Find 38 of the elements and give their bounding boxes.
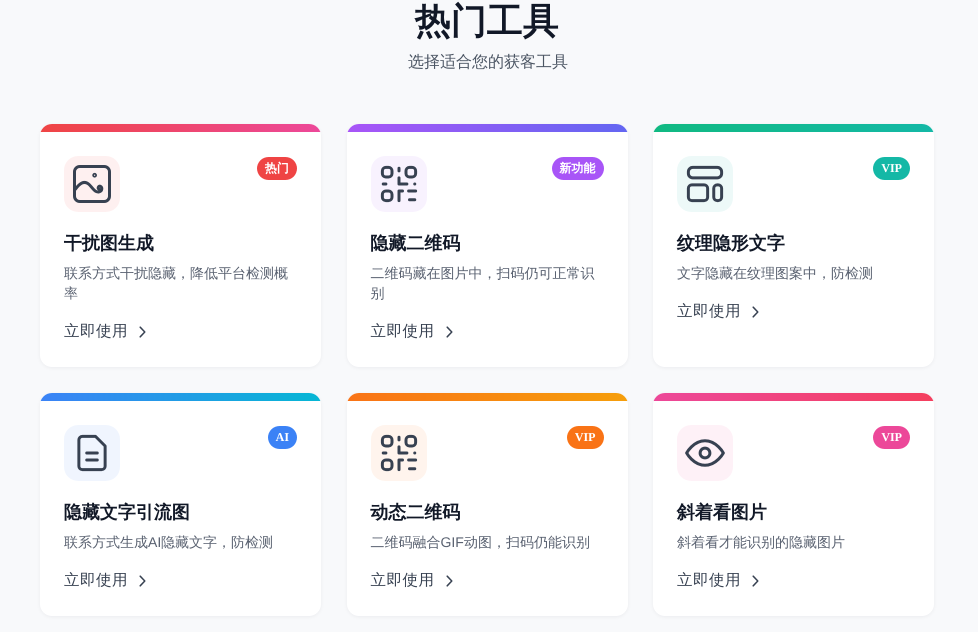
- tool-title: 纹理隐形文字: [677, 232, 786, 255]
- tool-description: 联系方式生成AI隐藏文字，防检测: [64, 533, 274, 552]
- tool-title: 隐藏文字引流图: [64, 501, 191, 524]
- tool-description: 斜着看才能识别的隐藏图片: [677, 533, 846, 552]
- tool-title: 干扰图生成: [64, 232, 155, 255]
- tool-badge: 热门: [257, 157, 297, 180]
- use-now-link[interactable]: 立即使用: [370, 570, 452, 592]
- tool-title: 动态二维码: [370, 501, 462, 524]
- tool-description: 联系方式干扰隐藏，降低平台检测概率: [64, 264, 289, 303]
- use-now-link[interactable]: 立即使用: [677, 301, 759, 323]
- tool-badge: VIP: [566, 426, 604, 449]
- tool-description: 文字隐藏在纹理图案中，防检测: [677, 264, 874, 283]
- use-now-link[interactable]: 立即使用: [64, 570, 146, 592]
- chevron-right-icon: [446, 326, 452, 338]
- chevron-right-icon: [752, 306, 759, 318]
- chevron-right-icon: [446, 575, 452, 587]
- tool-badge: AI: [268, 426, 297, 449]
- tool-description: 二维码藏在图片中，扫码仍可正常识别: [370, 264, 596, 303]
- use-now-link[interactable]: 立即使用: [64, 321, 146, 343]
- image-icon: [64, 156, 120, 212]
- chevron-right-icon: [752, 575, 759, 587]
- use-now-link[interactable]: 立即使用: [677, 570, 759, 592]
- use-now-link[interactable]: 立即使用: [370, 321, 452, 343]
- qr-code-icon: [370, 156, 426, 212]
- qr-code-icon: [370, 425, 426, 481]
- chevron-right-icon: [139, 326, 146, 338]
- eye-icon: [677, 425, 733, 481]
- tool-badge: VIP: [873, 426, 910, 449]
- page-subtitle: 选择适合您的获客工具: [407, 52, 569, 73]
- chevron-right-icon: [139, 575, 146, 587]
- tool-description: 二维码融合GIF动图，扫码仍能识别: [370, 533, 591, 552]
- tool-badge: 新功能: [552, 157, 604, 180]
- page-title: 热门工具: [414, 3, 560, 39]
- tool-title: 隐藏二维码: [370, 232, 462, 255]
- tool-badge: VIP: [873, 157, 910, 180]
- layout-icon: [677, 156, 733, 212]
- document-icon: [64, 425, 120, 481]
- tool-title: 斜着看图片: [677, 501, 768, 524]
